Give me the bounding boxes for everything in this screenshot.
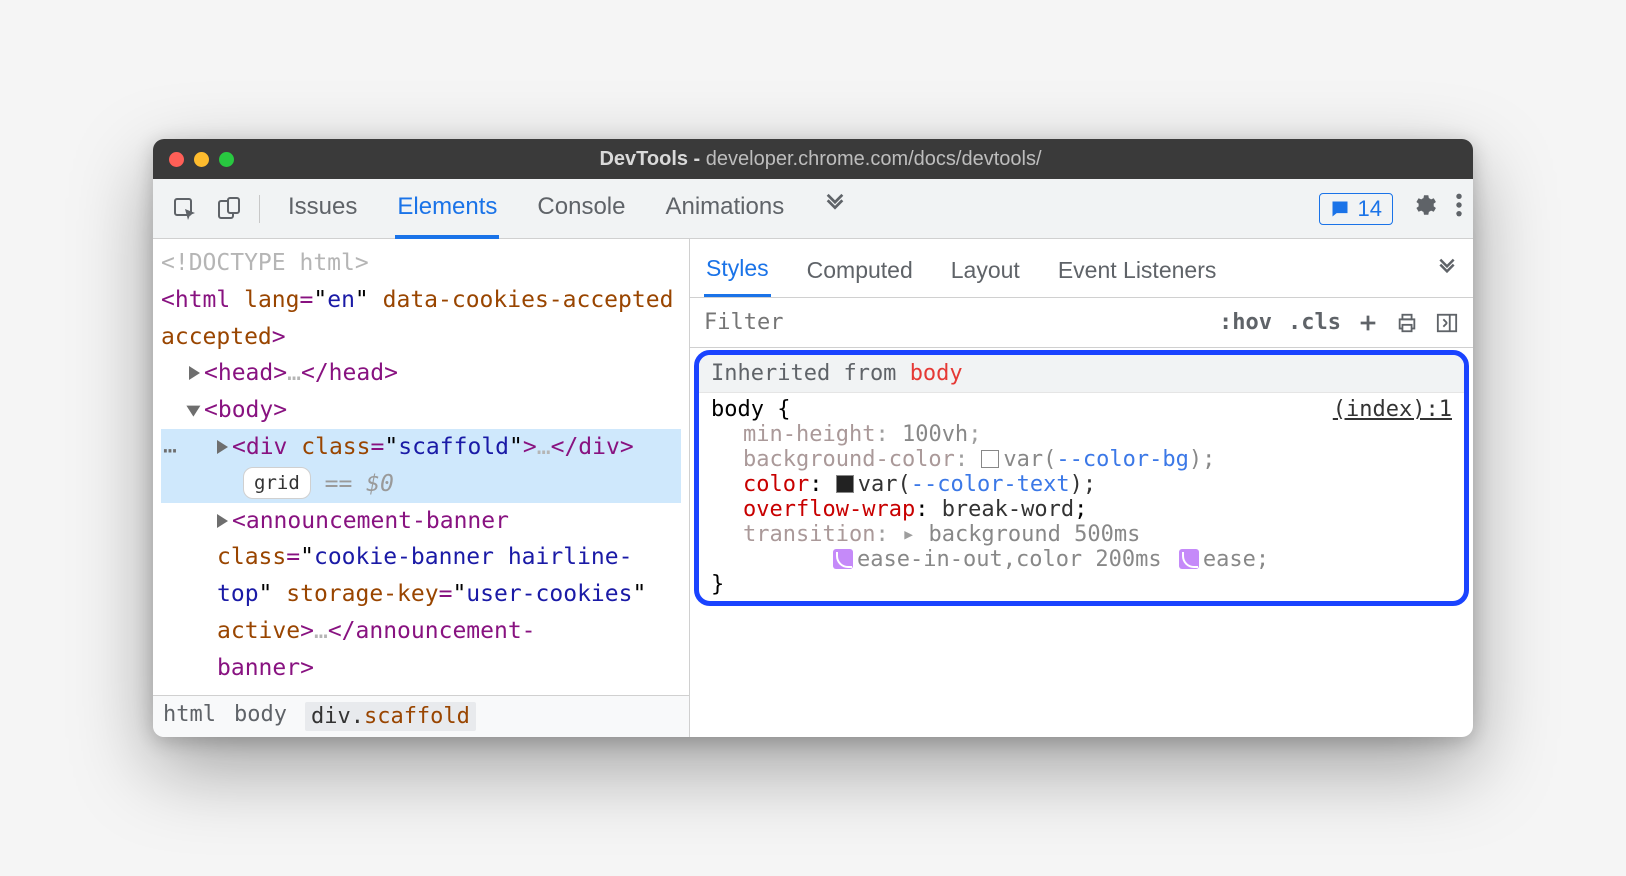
- title-host: developer.chrome.com/docs/devtools/: [706, 148, 1042, 170]
- inspect-element-icon[interactable]: [163, 191, 207, 227]
- style-rules: Inherited from body body { (index):1 min…: [690, 348, 1473, 737]
- subtab-layout[interactable]: Layout: [949, 247, 1022, 296]
- decl-transition-cont[interactable]: ease-in-out,color 200ms ease;: [699, 547, 1464, 572]
- zoom-window-button[interactable]: [219, 152, 234, 167]
- grid-badge[interactable]: grid: [243, 467, 311, 499]
- head-line[interactable]: <head>…</head>: [161, 355, 681, 392]
- content-area: <!DOCTYPE html> <html lang="en" data-coo…: [153, 239, 1473, 737]
- styles-filter-bar: :hov .cls: [690, 298, 1473, 348]
- cls-toggle[interactable]: .cls: [1288, 310, 1341, 335]
- easing-icon[interactable]: [1179, 549, 1199, 569]
- decl-transition[interactable]: transition: ▸ background 500ms: [699, 522, 1464, 547]
- titlebar: DevTools - developer.chrome.com/docs/dev…: [153, 139, 1473, 179]
- more-menu-icon[interactable]: [1455, 192, 1463, 225]
- rule-source-link[interactable]: (index):1: [1333, 397, 1452, 422]
- traffic-lights: [169, 152, 234, 167]
- tab-console[interactable]: Console: [535, 179, 627, 239]
- new-style-rule-icon[interactable]: [1357, 312, 1379, 334]
- inherited-from-selector[interactable]: body: [910, 361, 963, 386]
- settings-icon[interactable]: [1411, 192, 1437, 225]
- body-line[interactable]: <body>: [161, 392, 681, 429]
- html-open-line[interactable]: <html lang="en" data-cookies-accepted ac…: [161, 282, 681, 356]
- issues-count: 14: [1358, 196, 1382, 222]
- tab-issues[interactable]: Issues: [286, 179, 359, 239]
- styles-filter-input[interactable]: [690, 298, 1070, 347]
- more-tabs-icon[interactable]: [822, 179, 848, 239]
- device-toggle-icon[interactable]: [207, 191, 251, 227]
- toolbar-separator: [259, 195, 260, 223]
- tab-elements[interactable]: Elements: [395, 179, 499, 239]
- minimize-window-button[interactable]: [194, 152, 209, 167]
- more-subtabs-icon[interactable]: [1435, 247, 1459, 296]
- tab-animations[interactable]: Animations: [663, 179, 786, 239]
- subtab-event-listeners[interactable]: Event Listeners: [1056, 247, 1219, 296]
- toolbar-right: 14: [1319, 192, 1463, 225]
- dom-panel: <!DOCTYPE html> <html lang="en" data-coo…: [153, 239, 689, 737]
- doctype-line[interactable]: <!DOCTYPE html>: [161, 245, 681, 282]
- selected-node[interactable]: ⋯ <div class="scaffold">…</div> grid == …: [161, 429, 681, 503]
- issues-badge[interactable]: 14: [1319, 193, 1393, 225]
- crumb-body[interactable]: body: [234, 702, 287, 731]
- color-swatch-icon[interactable]: [981, 450, 999, 468]
- main-tabs: Issues Elements Console Animations: [286, 179, 848, 239]
- inherited-from-header: Inherited from body: [699, 355, 1464, 393]
- styles-subtabs: Styles Computed Layout Event Listeners: [690, 239, 1473, 298]
- console-ref: == $0: [325, 471, 394, 497]
- rule-header[interactable]: body { (index):1: [699, 393, 1464, 422]
- crumb-selected[interactable]: div.scaffold: [305, 702, 476, 731]
- rule-close: }: [699, 572, 1464, 597]
- decl-color[interactable]: color: var(--color-text);: [699, 472, 1464, 497]
- rule-selector[interactable]: body {: [711, 397, 790, 422]
- title-prefix: DevTools -: [599, 148, 705, 170]
- breadcrumb: html body div.scaffold: [153, 695, 689, 737]
- banner-line[interactable]: <announcement-banner class="cookie-banne…: [161, 503, 681, 687]
- print-media-icon[interactable]: [1395, 312, 1419, 334]
- subtab-computed[interactable]: Computed: [805, 247, 915, 296]
- computed-sidebar-icon[interactable]: [1435, 312, 1459, 334]
- devtools-window: DevTools - developer.chrome.com/docs/dev…: [153, 139, 1473, 737]
- inherited-rule-highlight: Inherited from body body { (index):1 min…: [694, 350, 1469, 606]
- subtab-styles[interactable]: Styles: [704, 245, 771, 297]
- easing-icon[interactable]: [833, 549, 853, 569]
- crumb-html[interactable]: html: [163, 702, 216, 731]
- decl-background-color[interactable]: background-color: var(--color-bg);: [699, 447, 1464, 472]
- hov-toggle[interactable]: :hov: [1219, 310, 1272, 335]
- color-swatch-icon[interactable]: [836, 475, 854, 493]
- decl-min-height[interactable]: min-height: 100vh;: [699, 422, 1464, 447]
- expand-shorthand-icon[interactable]: ▸: [902, 522, 929, 547]
- issues-icon: [1330, 199, 1350, 219]
- window-title: DevTools - developer.chrome.com/docs/dev…: [254, 148, 1457, 171]
- dom-tree[interactable]: <!DOCTYPE html> <html lang="en" data-coo…: [153, 239, 689, 695]
- close-window-button[interactable]: [169, 152, 184, 167]
- main-toolbar: Issues Elements Console Animations 14: [153, 179, 1473, 239]
- styles-panel: Styles Computed Layout Event Listeners :…: [689, 239, 1473, 737]
- decl-overflow-wrap[interactable]: overflow-wrap: break-word;: [699, 497, 1464, 522]
